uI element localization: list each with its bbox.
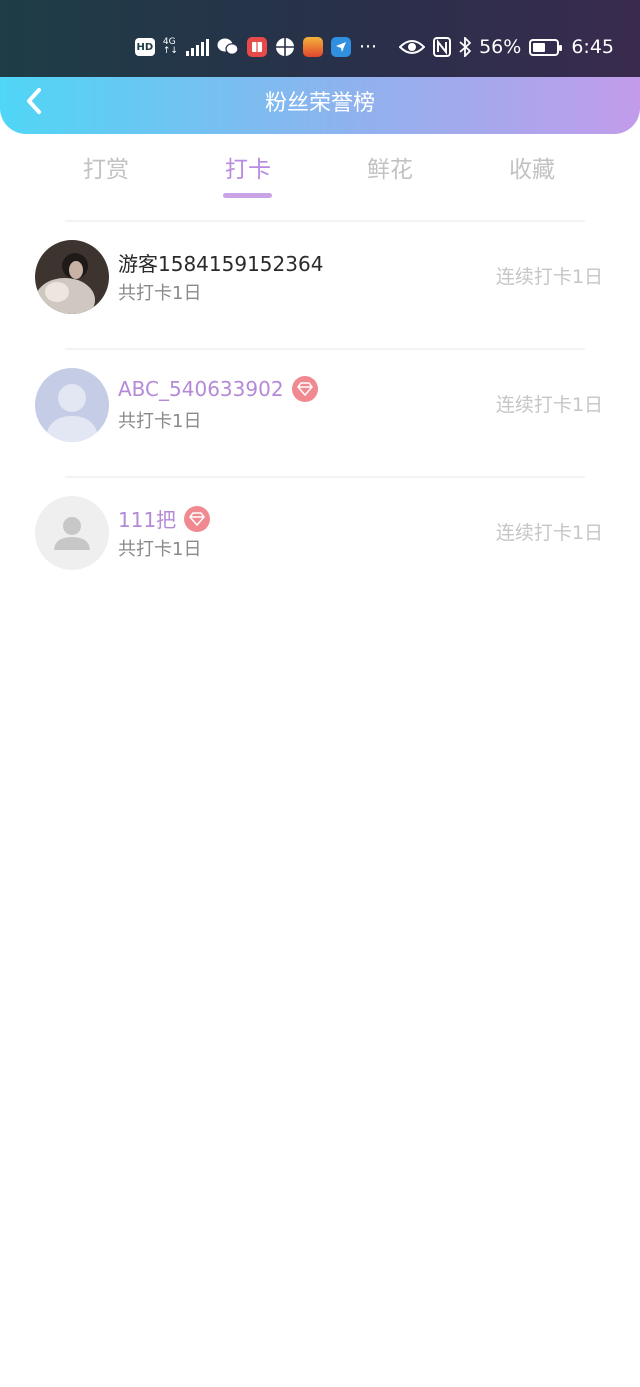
avatar[interactable]: [35, 240, 109, 314]
browser-app-icon: [275, 38, 294, 56]
divider: [65, 348, 585, 350]
diamond-vip-icon: [291, 376, 318, 402]
avatar[interactable]: [35, 368, 109, 442]
username: ABC_540633902: [118, 376, 318, 402]
header-bar: 粉丝荣誉榜: [0, 77, 640, 134]
username-text: 111把: [118, 508, 177, 532]
signal-icon: [185, 38, 209, 56]
wechat-icon: [217, 38, 239, 55]
divider: [65, 220, 585, 222]
tab-flowers[interactable]: 鲜花: [330, 150, 450, 184]
clock-time: 6:45: [571, 36, 614, 58]
tab-bar: 打赏 打卡 鲜花 收藏: [0, 150, 640, 210]
page-title: 粉丝荣誉榜: [264, 91, 375, 116]
tab-label: 鲜花: [367, 157, 413, 183]
book-app-icon: [246, 37, 267, 57]
username: 111把: [118, 504, 211, 533]
username-text: ABC_540633902: [118, 377, 284, 401]
streak-text: 连续打卡1日: [495, 522, 603, 544]
battery-level: [533, 42, 546, 52]
bluetooth-icon: [459, 37, 472, 57]
eye-icon: [399, 40, 426, 54]
tab-reward[interactable]: 打赏: [46, 150, 166, 184]
tab-label: 打赏: [83, 157, 129, 183]
streak-text: 连续打卡1日: [495, 394, 603, 416]
more-notifications-icon: ···: [358, 36, 378, 58]
battery-percent: 56%: [479, 36, 522, 58]
message-app-icon: [330, 37, 351, 57]
tab-label: 打卡: [225, 157, 271, 183]
tab-label: 收藏: [509, 157, 555, 183]
total-checkin: 共打卡1日: [118, 283, 202, 304]
fan-row[interactable]: 游客1584159152364 共打卡1日 连续打卡1日: [0, 237, 640, 315]
divider: [65, 476, 585, 478]
total-checkin: 共打卡1日: [118, 539, 202, 560]
diamond-vip-icon: [184, 505, 211, 532]
fan-row[interactable]: ABC_540633902 共打卡1日 连续打卡1日: [0, 365, 640, 443]
total-checkin: 共打卡1日: [118, 411, 202, 432]
nfc-icon: [433, 37, 452, 57]
active-tab-indicator: [223, 193, 272, 198]
avatar[interactable]: [35, 496, 109, 570]
hd-icon: HD: [134, 38, 155, 56]
username-text: 游客1584159152364: [118, 252, 324, 276]
username: 游客1584159152364: [118, 248, 323, 277]
news-app-icon: [302, 37, 323, 57]
network-type: 4G ↑↓: [162, 37, 178, 56]
battery-icon: [529, 38, 563, 56]
tab-favorites[interactable]: 收藏: [472, 150, 592, 184]
streak-text: 连续打卡1日: [495, 266, 603, 288]
fan-row[interactable]: 111把 共打卡1日 连续打卡1日: [0, 493, 640, 571]
tab-checkin[interactable]: 打卡: [188, 150, 308, 198]
status-icons: HD 4G ↑↓ ··· 56% 6:45: [134, 33, 614, 61]
